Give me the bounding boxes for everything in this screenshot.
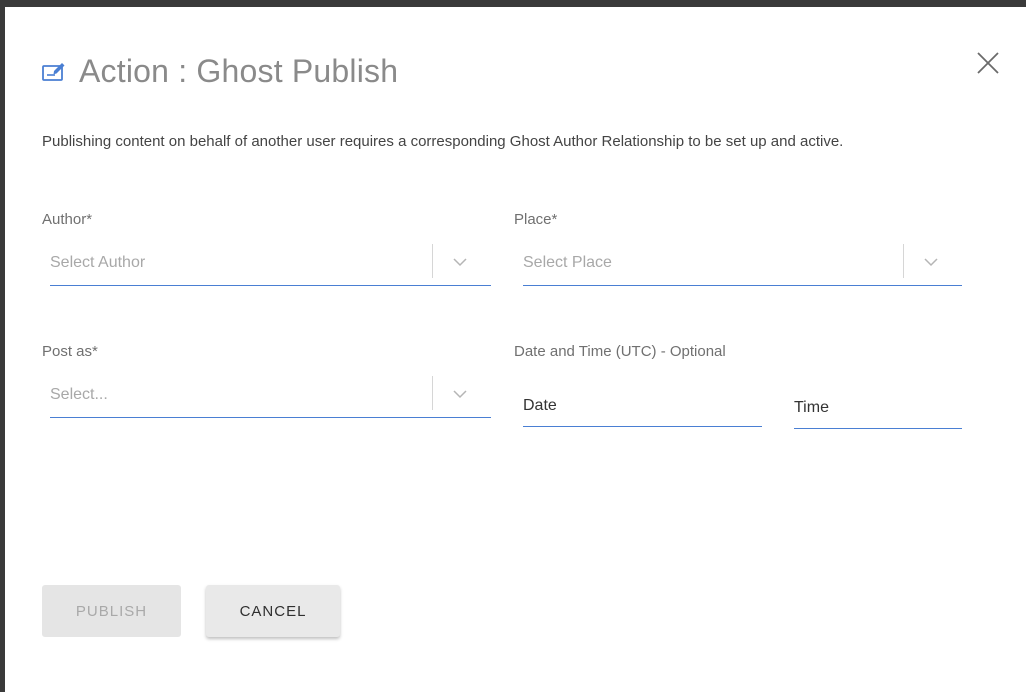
- author-select[interactable]: Select Author: [50, 244, 491, 286]
- chevron-down-icon[interactable]: [450, 252, 470, 272]
- author-label: Author*: [42, 211, 93, 228]
- select-separator: [432, 376, 433, 410]
- select-separator: [432, 244, 433, 278]
- datetime-label: Date and Time (UTC) - Optional: [514, 343, 726, 360]
- place-placeholder: Select Place: [523, 254, 612, 271]
- date-input[interactable]: Date: [523, 385, 762, 427]
- dialog-description: Publishing content on behalf of another …: [42, 133, 844, 150]
- dialog-title: Action : Ghost Publish: [79, 52, 399, 89]
- publish-button[interactable]: PUBLISH: [42, 585, 181, 637]
- date-input-value: Date: [523, 397, 557, 414]
- place-label: Place*: [514, 211, 558, 228]
- edit-note-icon: [42, 63, 65, 81]
- time-input[interactable]: Time: [794, 387, 962, 429]
- post-as-select[interactable]: Select...: [50, 376, 491, 418]
- close-icon[interactable]: [973, 49, 1003, 79]
- select-separator: [903, 244, 904, 278]
- place-select[interactable]: Select Place: [523, 244, 962, 286]
- post-as-placeholder: Select...: [50, 386, 108, 403]
- time-input-value: Time: [794, 399, 829, 416]
- window-frame-top: [0, 0, 1026, 7]
- post-as-label: Post as*: [42, 343, 98, 360]
- dialog-header: Action : Ghost Publish: [41, 51, 398, 91]
- chevron-down-icon[interactable]: [921, 252, 941, 272]
- author-placeholder: Select Author: [50, 254, 146, 271]
- ghost-publish-dialog: Action : Ghost Publish Publishing conten…: [5, 7, 1026, 692]
- cancel-button[interactable]: CANCEL: [206, 585, 340, 637]
- chevron-down-icon[interactable]: [450, 384, 470, 404]
